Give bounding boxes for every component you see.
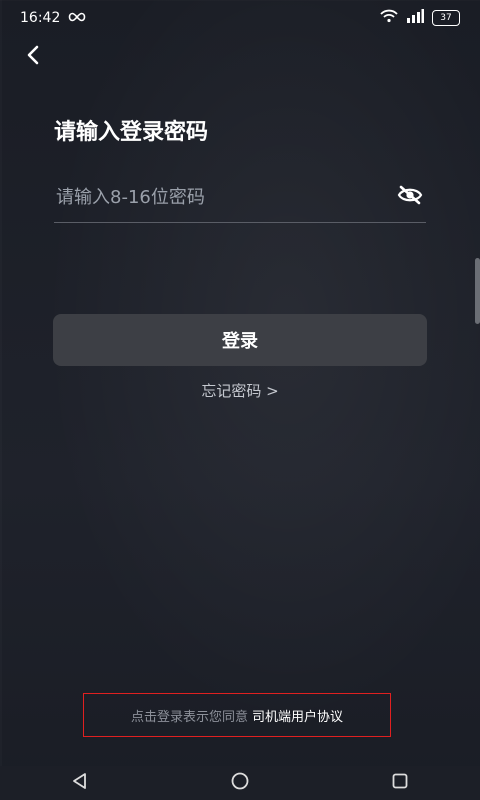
status-time: 16:42	[20, 10, 61, 26]
recents-square-icon	[391, 772, 409, 794]
page-title: 请输入登录密码	[54, 120, 209, 145]
user-agreement-link[interactable]: 司机端用户协议	[252, 706, 343, 725]
eye-off-icon	[397, 185, 423, 209]
password-field-wrapper	[54, 172, 426, 223]
toggle-visibility-button[interactable]	[394, 183, 426, 211]
forgot-password-link[interactable]: 忘记密码 >	[0, 380, 480, 401]
back-triangle-icon	[71, 772, 89, 794]
battery-icon: 37	[432, 10, 460, 26]
password-input[interactable]	[54, 185, 394, 209]
back-arrow-icon	[25, 45, 41, 69]
home-circle-icon	[230, 771, 250, 795]
nav-home-button[interactable]	[220, 768, 260, 798]
wifi-icon	[380, 9, 398, 27]
nav-recents-button[interactable]	[380, 768, 420, 798]
agreement-notice: 点击登录表示您同意 司机端用户协议	[83, 693, 391, 737]
system-nav-bar	[0, 766, 480, 800]
login-button[interactable]: 登录	[53, 314, 427, 366]
status-bar: 16:42 37	[0, 0, 480, 36]
scroll-indicator	[475, 258, 480, 324]
agreement-prefix: 点击登录表示您同意	[130, 709, 248, 725]
back-button[interactable]	[18, 42, 48, 72]
nav-back-button[interactable]	[60, 768, 100, 798]
infinity-icon	[68, 10, 86, 26]
signal-icon	[406, 9, 424, 27]
